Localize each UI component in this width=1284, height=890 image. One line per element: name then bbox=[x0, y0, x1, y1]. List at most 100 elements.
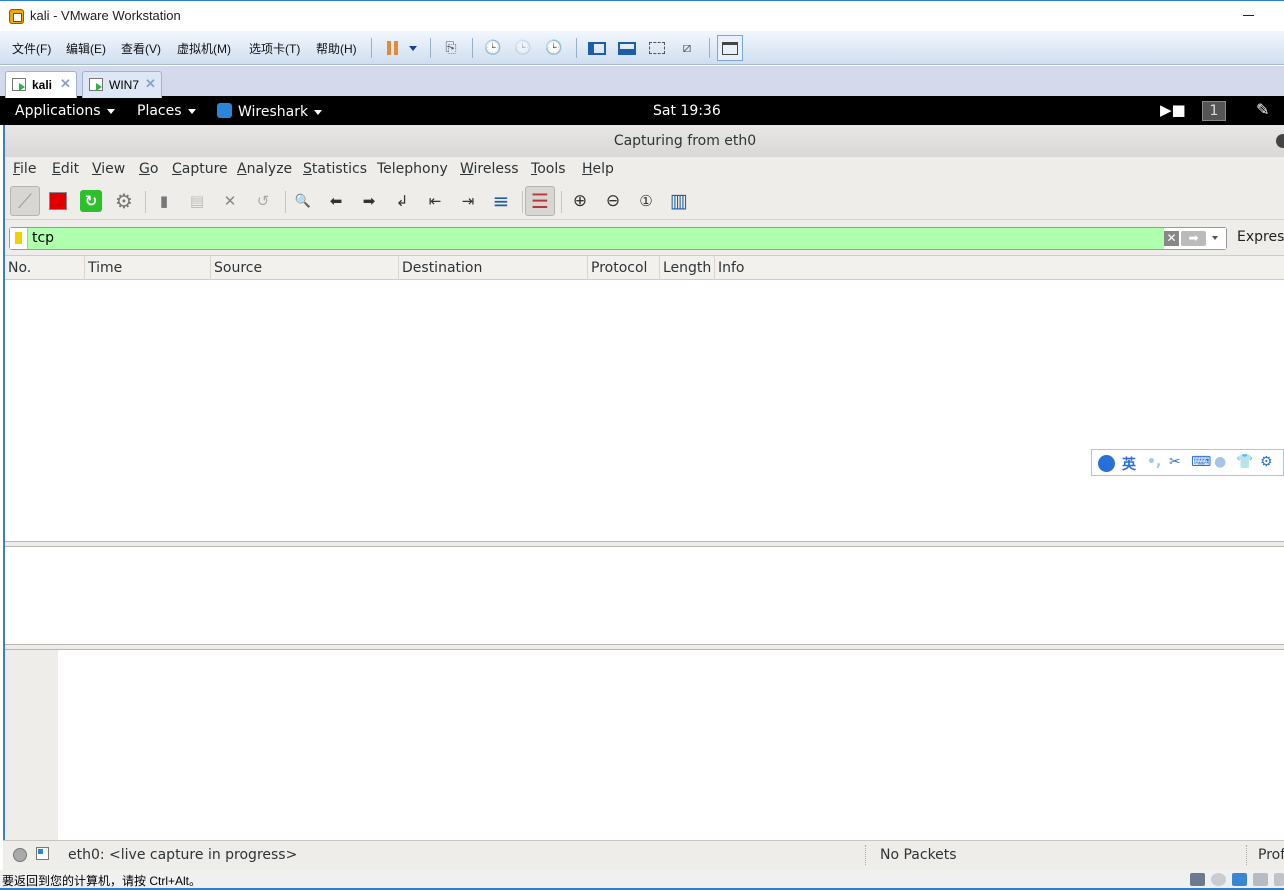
show-library-icon[interactable] bbox=[586, 38, 608, 58]
ime-language-toggle[interactable]: 英 bbox=[1122, 454, 1136, 474]
go-forward-icon[interactable]: ➡ bbox=[354, 186, 384, 216]
packet-list[interactable] bbox=[5, 280, 1284, 541]
dropdown-icon[interactable] bbox=[402, 38, 424, 58]
filter-value[interactable]: tcp bbox=[32, 230, 54, 246]
skin-icon[interactable]: 👕 bbox=[1236, 454, 1253, 470]
open-file-icon[interactable]: ▮ bbox=[149, 186, 179, 216]
full-screen-icon[interactable] bbox=[646, 38, 668, 58]
packet-bytes-pane[interactable] bbox=[5, 650, 1284, 840]
column-protocol[interactable]: Protocol bbox=[588, 256, 660, 280]
menu-view[interactable]: 查看(V) bbox=[121, 40, 161, 57]
clock[interactable]: Sat 19:36 bbox=[653, 103, 721, 119]
clear-filter-icon[interactable]: ✕ bbox=[1164, 231, 1179, 246]
menu-tabs[interactable]: 选项卡(T) bbox=[249, 40, 300, 57]
tab-kali[interactable]: kali ✕ bbox=[5, 71, 77, 98]
column-no[interactable]: No. bbox=[5, 256, 85, 280]
chevron-down-icon[interactable] bbox=[1212, 236, 1218, 240]
column-source[interactable]: Source bbox=[211, 256, 399, 280]
network-icon[interactable] bbox=[1232, 873, 1247, 886]
bookmark-icon[interactable] bbox=[10, 228, 28, 249]
menu-help[interactable]: 帮助(H) bbox=[316, 40, 357, 57]
wireshark-titlebar: Capturing from eth0 bbox=[5, 125, 1284, 157]
send-ctrl-alt-del-icon[interactable]: ⎘ bbox=[440, 38, 462, 58]
menu-file[interactable]: File bbox=[13, 161, 36, 177]
window-close-icon[interactable] bbox=[1276, 134, 1284, 148]
column-time[interactable]: Time bbox=[85, 256, 211, 280]
last-packet-icon[interactable]: ⇥ bbox=[453, 186, 483, 216]
hard-disk-icon[interactable] bbox=[1190, 873, 1205, 886]
column-length[interactable]: Length bbox=[660, 256, 715, 280]
packet-count: No Packets bbox=[880, 847, 957, 863]
menu-label: ile bbox=[20, 161, 37, 177]
tab-win7[interactable]: WIN7 ✕ bbox=[82, 71, 162, 98]
menu-help[interactable]: Help bbox=[582, 161, 614, 177]
capture-comment-icon[interactable] bbox=[36, 847, 49, 860]
auto-scroll-icon[interactable]: ≡ bbox=[486, 186, 516, 216]
video-camera-icon[interactable]: ▶■ bbox=[1160, 101, 1186, 119]
column-info[interactable]: Info bbox=[715, 256, 1284, 280]
menu-telephony[interactable]: Telephony bbox=[377, 161, 448, 177]
menu-statistics[interactable]: Statistics bbox=[303, 161, 367, 177]
snapshot-revert-icon[interactable]: 🕒 bbox=[512, 38, 534, 58]
menu-analyze[interactable]: Analyze bbox=[237, 161, 292, 177]
menu-wireless[interactable]: Wireless bbox=[460, 161, 519, 177]
menu-tools[interactable]: Tools bbox=[531, 161, 566, 177]
go-back-icon[interactable]: ⬅ bbox=[321, 186, 351, 216]
menu-capture[interactable]: Capture bbox=[172, 161, 228, 177]
expert-info-icon[interactable] bbox=[13, 848, 27, 862]
cd-dvd-icon[interactable] bbox=[1211, 873, 1226, 886]
column-destination[interactable]: Destination bbox=[399, 256, 588, 280]
printer-icon[interactable] bbox=[1253, 873, 1268, 886]
snapshot-manager-icon[interactable]: 🕒 bbox=[543, 38, 565, 58]
tab-label: kali bbox=[32, 78, 53, 92]
stop-capture-button[interactable] bbox=[43, 186, 73, 216]
restart-capture-icon[interactable]: ↻ bbox=[80, 190, 102, 212]
unity-icon[interactable]: ⧄ bbox=[676, 38, 698, 58]
close-icon[interactable]: ✕ bbox=[145, 76, 156, 92]
punctuation-toggle[interactable]: •, bbox=[1147, 454, 1161, 470]
zoom-in-icon[interactable]: ⊕ bbox=[565, 186, 595, 216]
minimize-button[interactable] bbox=[1243, 15, 1254, 16]
save-file-icon[interactable]: ▤ bbox=[182, 186, 212, 216]
start-capture-icon[interactable]: ⟋ bbox=[10, 186, 40, 216]
colorize-icon[interactable]: ☰ bbox=[525, 186, 555, 216]
workspace-indicator[interactable]: 1 bbox=[1202, 101, 1226, 121]
menu-label: iew bbox=[101, 161, 126, 177]
pause-icon[interactable] bbox=[381, 38, 403, 58]
packet-details-pane[interactable] bbox=[5, 547, 1284, 644]
reload-file-icon[interactable]: ↺ bbox=[248, 186, 278, 216]
menu-view[interactable]: View bbox=[92, 161, 125, 177]
menu-go[interactable]: Go bbox=[139, 161, 158, 177]
menu-edit[interactable]: Edit bbox=[52, 161, 79, 177]
snapshot-take-icon[interactable]: 🕒 bbox=[482, 38, 504, 58]
expression-button[interactable]: Expression… bbox=[1237, 229, 1284, 245]
scissors-icon[interactable]: ✂ bbox=[1169, 454, 1181, 470]
zoom-out-icon[interactable]: ⊖ bbox=[598, 186, 628, 216]
thumbnail-bar-icon[interactable] bbox=[616, 38, 638, 58]
close-icon[interactable]: ✕ bbox=[60, 76, 71, 92]
keyboard-icon[interactable]: ⌨ bbox=[1191, 454, 1211, 470]
menu-vm[interactable]: 虚拟机(M) bbox=[177, 40, 231, 57]
apply-filter-icon[interactable]: ➡ bbox=[1181, 231, 1206, 246]
profile-status[interactable]: Profile: Default bbox=[1258, 847, 1284, 863]
places-menu[interactable]: Places bbox=[137, 103, 196, 119]
resize-columns-icon[interactable]: ▥ bbox=[664, 186, 694, 216]
find-packet-icon[interactable]: 🔍 bbox=[288, 186, 318, 216]
vmware-statusbar: 要返回到您的计算机，请按 Ctrl+Alt。 bbox=[0, 870, 1284, 890]
first-packet-icon[interactable]: ⇤ bbox=[420, 186, 450, 216]
pen-icon[interactable]: ✎ bbox=[1256, 100, 1269, 119]
display-filter-input[interactable]: tcp ✕ ➡ bbox=[9, 227, 1227, 250]
console-view-icon[interactable] bbox=[717, 35, 743, 61]
person-icon[interactable]: ● bbox=[1214, 454, 1226, 470]
settings-icon[interactable]: ⚙ bbox=[1260, 454, 1273, 470]
app-menu[interactable]: Wireshark bbox=[217, 103, 323, 120]
go-to-packet-icon[interactable]: ↲ bbox=[387, 186, 417, 216]
menu-edit[interactable]: 编辑(E) bbox=[66, 40, 106, 57]
sound-icon[interactable] bbox=[1274, 873, 1284, 886]
normal-size-icon[interactable]: ① bbox=[631, 186, 661, 216]
close-file-icon[interactable]: ✕ bbox=[215, 186, 245, 216]
user-icon[interactable] bbox=[1098, 455, 1115, 472]
capture-options-icon[interactable]: ⚙ bbox=[109, 186, 139, 216]
menu-file[interactable]: 文件(F) bbox=[12, 40, 51, 57]
applications-menu[interactable]: Applications bbox=[15, 103, 115, 119]
